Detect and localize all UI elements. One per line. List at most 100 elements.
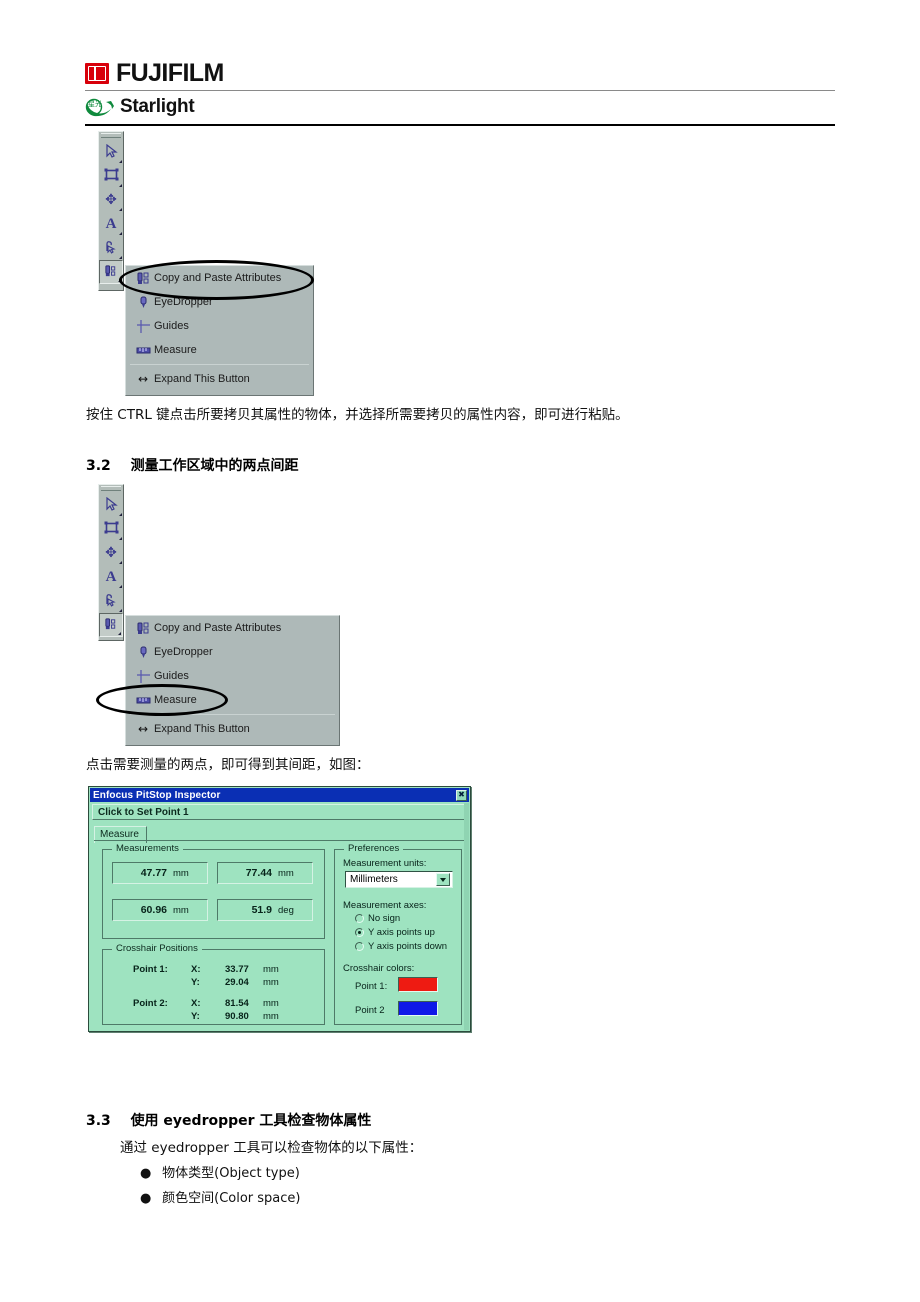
more-tools-triangle-icon [119,585,122,588]
delta-y-field[interactable]: 77.44 mm [217,862,313,884]
more-tools-triangle-icon [119,184,122,187]
point1-y-label: Y: [191,977,200,988]
menu-item-label: Measure [154,344,197,356]
angle-value: 51.9 [251,904,272,916]
delta-y-unit: mm [278,867,294,879]
point1-x-label: X: [191,964,201,975]
point1-x-value: 33.77 [225,964,249,975]
tool-move[interactable]: ✥ [99,188,123,212]
distance-value: 60.96 [140,904,167,916]
more-tools-triangle-icon [119,513,122,516]
measurement-units-label: Measurement units: [343,858,427,869]
copy-paste-attributes-icon [132,621,154,636]
menu-item-copy-paste-attributes[interactable]: Copy and Paste Attributes [126,266,313,290]
crosshair-colors-label: Crosshair colors: [343,963,415,974]
more-tools-triangle-icon [119,160,122,163]
tool-copy-paste-attributes[interactable] [99,260,123,284]
menu-item-label: Measure [154,694,197,706]
point2-y-label: Y: [191,1011,200,1022]
menu-item-copy-paste-attributes[interactable]: Copy and Paste Attributes [126,616,339,640]
tool-select[interactable] [99,493,123,517]
radio-icon[interactable] [355,914,364,923]
close-icon[interactable]: ✖ [456,789,467,801]
tool-text[interactable]: A [99,212,123,236]
point1-x-unit: mm [263,964,279,975]
point1-color-swatch[interactable] [398,977,438,992]
rectangle-object-icon [104,521,119,537]
menu-item-eyedropper[interactable]: EyeDropper [126,290,313,314]
chevron-down-icon[interactable] [436,873,450,886]
tool-flyout-menu-2[interactable]: Copy and Paste Attributes EyeDropper Gui… [125,615,340,746]
copy-paste-attributes-icon [104,617,118,634]
pitstop-inspector-dialog[interactable]: Enfocus PitStop Inspector ✖ Click to Set… [88,786,471,1032]
tabstrip: Measure [94,824,467,843]
tool-text[interactable]: A [99,565,123,589]
edit-path-pen-icon [104,593,118,610]
pitstop-toolbar-2[interactable]: ✥ A [98,484,124,641]
radio-label: Y axis points up [368,927,435,938]
figure-canvas-area [125,484,340,615]
heading-3-2-number: 3.2 [86,458,111,474]
expand-arrow-icon: ↔ [137,372,149,386]
more-tools-triangle-icon [119,561,122,564]
delta-y-value: 77.44 [245,867,272,879]
rectangle-object-icon [104,168,119,184]
list-item: ● 颜色空间(Color space) [140,1187,301,1206]
distance-field[interactable]: 60.96 mm [112,899,208,921]
radio-label: No sign [368,913,401,924]
tool-edit-path[interactable] [99,589,123,613]
angle-field[interactable]: 51.9 deg [217,899,313,921]
more-tools-triangle-icon [118,279,121,282]
heading-3-3-number: 3.3 [86,1113,111,1129]
fujifilm-wordmark: FUJIFILM [116,58,224,87]
menu-item-guides[interactable]: Guides [126,314,313,338]
toolbar-grip[interactable] [101,133,121,138]
radio-y-axis-points-down[interactable]: Y axis points down [355,941,447,952]
radio-icon-selected[interactable] [355,928,364,937]
angle-unit: deg [278,904,294,916]
delta-x-field[interactable]: 47.77 mm [112,862,208,884]
menu-item-label: EyeDropper [154,646,213,658]
starlight-cjk-mark: 星光 [88,100,102,108]
guides-crosshair-icon [132,669,154,684]
tool-object-select[interactable] [99,517,123,541]
dialog-titlebar[interactable]: Enfocus PitStop Inspector ✖ [90,788,469,802]
pitstop-toolbar-1[interactable]: ✥ A [98,131,124,291]
menu-item-measure[interactable]: Measure [126,688,339,712]
menu-item-expand-this-button[interactable]: ↔ Expand This Button [126,717,339,741]
more-tools-triangle-icon [119,232,122,235]
tool-flyout-menu-1[interactable]: Copy and Paste Attributes EyeDropper Gui… [125,265,314,396]
point1-y-unit: mm [263,977,279,988]
point1-color-label: Point 1: [355,981,388,992]
tabstrip-underline [94,840,464,841]
status-bar: Click to Set Point 1 [92,804,467,820]
select-arrow-icon [105,496,118,514]
point1-label: Point 1: [133,964,168,975]
radio-y-axis-points-up[interactable]: Y axis points up [355,927,435,938]
dialog-scrollbar[interactable] [464,803,469,1030]
measurement-units-select[interactable]: Millimeters [345,871,453,888]
point2-color-swatch[interactable] [398,1001,438,1016]
starlight-logo: 星光 Starlight [85,94,835,120]
tool-edit-path[interactable] [99,236,123,260]
eyedropper-icon [132,645,154,660]
text-a-icon: A [105,215,117,232]
tool-object-select[interactable] [99,164,123,188]
figure-canvas-area [125,131,314,265]
menu-item-measure[interactable]: Measure [126,338,313,362]
point1-y-value: 29.04 [225,977,249,988]
menu-item-label: Guides [154,670,189,682]
menu-separator [130,714,335,715]
menu-item-expand-this-button[interactable]: ↔ Expand This Button [126,367,313,391]
menu-item-guides[interactable]: Guides [126,664,339,688]
tool-copy-paste-attributes[interactable] [99,613,123,637]
select-arrow-icon [105,143,118,161]
tool-select[interactable] [99,140,123,164]
point2-x-label: X: [191,998,201,1009]
menu-item-eyedropper[interactable]: EyeDropper [126,640,339,664]
radio-icon[interactable] [355,942,364,951]
tool-move[interactable]: ✥ [99,541,123,565]
radio-no-sign[interactable]: No sign [355,913,400,924]
toolbar-grip[interactable] [101,486,121,491]
more-tools-triangle-icon [118,632,121,635]
